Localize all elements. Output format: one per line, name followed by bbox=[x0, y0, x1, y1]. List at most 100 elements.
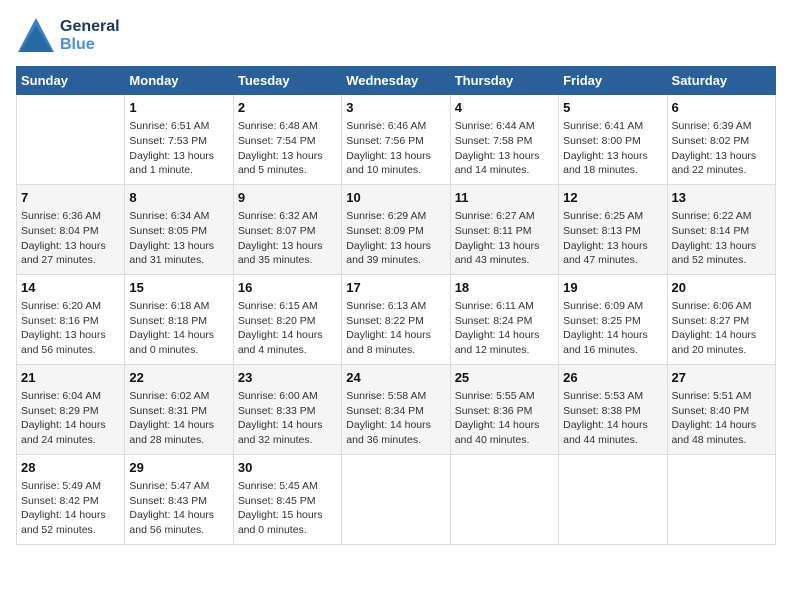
header-cell-tuesday: Tuesday bbox=[233, 67, 341, 95]
cell-content: Sunrise: 6:27 AM Sunset: 8:11 PM Dayligh… bbox=[455, 209, 554, 268]
day-number: 12 bbox=[563, 189, 662, 207]
day-number: 21 bbox=[21, 369, 120, 387]
day-number: 19 bbox=[563, 279, 662, 297]
calendar-cell: 28 Sunrise: 5:49 AM Sunset: 8:42 PM Dayli… bbox=[17, 454, 125, 544]
calendar-cell: 1 Sunrise: 6:51 AM Sunset: 7:53 PM Daylig… bbox=[125, 95, 233, 185]
calendar-cell bbox=[342, 454, 450, 544]
cell-content: Sunrise: 6:00 AM Sunset: 8:33 PM Dayligh… bbox=[238, 389, 337, 448]
day-number: 1 bbox=[129, 99, 228, 117]
logo-text-block: General Blue bbox=[60, 18, 120, 53]
day-number: 25 bbox=[455, 369, 554, 387]
calendar-cell: 14 Sunrise: 6:20 AM Sunset: 8:16 PM Dayli… bbox=[17, 274, 125, 364]
cell-content: Sunrise: 5:51 AM Sunset: 8:40 PM Dayligh… bbox=[672, 389, 771, 448]
day-number: 9 bbox=[238, 189, 337, 207]
calendar-cell: 16 Sunrise: 6:15 AM Sunset: 8:20 PM Dayli… bbox=[233, 274, 341, 364]
day-number: 29 bbox=[129, 459, 228, 477]
cell-content: Sunrise: 6:36 AM Sunset: 8:04 PM Dayligh… bbox=[21, 209, 120, 268]
cell-content: Sunrise: 6:44 AM Sunset: 7:58 PM Dayligh… bbox=[455, 119, 554, 178]
calendar-cell: 24 Sunrise: 5:58 AM Sunset: 8:34 PM Dayli… bbox=[342, 364, 450, 454]
calendar-cell: 10 Sunrise: 6:29 AM Sunset: 8:09 PM Dayli… bbox=[342, 184, 450, 274]
calendar-cell: 3Sunrise: 6:46 AM Sunset: 7:56 PM Daylig… bbox=[342, 95, 450, 185]
calendar-table: SundayMondayTuesdayWednesdayThursdayFrid… bbox=[16, 66, 776, 545]
logo-blue: Blue bbox=[60, 36, 120, 54]
cell-content: Sunrise: 5:49 AM Sunset: 8:42 PM Dayligh… bbox=[21, 479, 120, 538]
header-cell-wednesday: Wednesday bbox=[342, 67, 450, 95]
day-number: 28 bbox=[21, 459, 120, 477]
header-cell-friday: Friday bbox=[559, 67, 667, 95]
calendar-cell bbox=[17, 95, 125, 185]
cell-content: Sunrise: 6:22 AM Sunset: 8:14 PM Dayligh… bbox=[672, 209, 771, 268]
calendar-cell: 8 Sunrise: 6:34 AM Sunset: 8:05 PM Daylig… bbox=[125, 184, 233, 274]
day-number: 22 bbox=[129, 369, 228, 387]
day-number: 20 bbox=[672, 279, 771, 297]
day-number: 27 bbox=[672, 369, 771, 387]
calendar-cell: 5Sunrise: 6:41 AM Sunset: 8:00 PM Daylig… bbox=[559, 95, 667, 185]
header-cell-thursday: Thursday bbox=[450, 67, 558, 95]
page-header: General Blue bbox=[16, 16, 776, 56]
day-number: 14 bbox=[21, 279, 120, 297]
calendar-cell: 19 Sunrise: 6:09 AM Sunset: 8:25 PM Dayli… bbox=[559, 274, 667, 364]
day-number: 18 bbox=[455, 279, 554, 297]
calendar-cell: 30Sunrise: 5:45 AM Sunset: 8:45 PM Dayli… bbox=[233, 454, 341, 544]
cell-content: Sunrise: 6:13 AM Sunset: 8:22 PM Dayligh… bbox=[346, 299, 445, 358]
calendar-week-row: 14 Sunrise: 6:20 AM Sunset: 8:16 PM Dayli… bbox=[17, 274, 776, 364]
day-number: 6 bbox=[672, 99, 771, 117]
cell-content: Sunrise: 6:11 AM Sunset: 8:24 PM Dayligh… bbox=[455, 299, 554, 358]
calendar-cell: 9 Sunrise: 6:32 AM Sunset: 8:07 PM Daylig… bbox=[233, 184, 341, 274]
calendar-cell: 7 Sunrise: 6:36 AM Sunset: 8:04 PM Daylig… bbox=[17, 184, 125, 274]
calendar-cell: 2 Sunrise: 6:48 AM Sunset: 7:54 PM Daylig… bbox=[233, 95, 341, 185]
calendar-week-row: 1 Sunrise: 6:51 AM Sunset: 7:53 PM Daylig… bbox=[17, 95, 776, 185]
day-number: 24 bbox=[346, 369, 445, 387]
cell-content: Sunrise: 6:02 AM Sunset: 8:31 PM Dayligh… bbox=[129, 389, 228, 448]
day-number: 7 bbox=[21, 189, 120, 207]
day-number: 16 bbox=[238, 279, 337, 297]
cell-content: Sunrise: 6:18 AM Sunset: 8:18 PM Dayligh… bbox=[129, 299, 228, 358]
cell-content: Sunrise: 6:32 AM Sunset: 8:07 PM Dayligh… bbox=[238, 209, 337, 268]
calendar-cell: 4 Sunrise: 6:44 AM Sunset: 7:58 PM Daylig… bbox=[450, 95, 558, 185]
cell-content: Sunrise: 6:15 AM Sunset: 8:20 PM Dayligh… bbox=[238, 299, 337, 358]
cell-content: Sunrise: 6:41 AM Sunset: 8:00 PM Dayligh… bbox=[563, 119, 662, 178]
calendar-cell bbox=[667, 454, 775, 544]
cell-content: Sunrise: 6:09 AM Sunset: 8:25 PM Dayligh… bbox=[563, 299, 662, 358]
day-number: 15 bbox=[129, 279, 228, 297]
day-number: 26 bbox=[563, 369, 662, 387]
cell-content: Sunrise: 6:06 AM Sunset: 8:27 PM Dayligh… bbox=[672, 299, 771, 358]
calendar-cell: 27 Sunrise: 5:51 AM Sunset: 8:40 PM Dayli… bbox=[667, 364, 775, 454]
logo-container: General Blue bbox=[16, 16, 120, 56]
day-number: 13 bbox=[672, 189, 771, 207]
day-number: 30 bbox=[238, 459, 337, 477]
day-number: 23 bbox=[238, 369, 337, 387]
cell-content: Sunrise: 5:58 AM Sunset: 8:34 PM Dayligh… bbox=[346, 389, 445, 448]
calendar-week-row: 7 Sunrise: 6:36 AM Sunset: 8:04 PM Daylig… bbox=[17, 184, 776, 274]
calendar-cell bbox=[559, 454, 667, 544]
calendar-cell bbox=[450, 454, 558, 544]
calendar-cell: 6Sunrise: 6:39 AM Sunset: 8:02 PM Daylig… bbox=[667, 95, 775, 185]
calendar-cell: 18 Sunrise: 6:11 AM Sunset: 8:24 PM Dayli… bbox=[450, 274, 558, 364]
day-number: 10 bbox=[346, 189, 445, 207]
cell-content: Sunrise: 6:25 AM Sunset: 8:13 PM Dayligh… bbox=[563, 209, 662, 268]
logo-icon bbox=[16, 16, 56, 56]
calendar-cell: 12 Sunrise: 6:25 AM Sunset: 8:13 PM Dayli… bbox=[559, 184, 667, 274]
cell-content: Sunrise: 5:47 AM Sunset: 8:43 PM Dayligh… bbox=[129, 479, 228, 538]
day-number: 8 bbox=[129, 189, 228, 207]
calendar-cell: 22 Sunrise: 6:02 AM Sunset: 8:31 PM Dayli… bbox=[125, 364, 233, 454]
calendar-cell: 20 Sunrise: 6:06 AM Sunset: 8:27 PM Dayli… bbox=[667, 274, 775, 364]
calendar-cell: 25Sunrise: 5:55 AM Sunset: 8:36 PM Dayli… bbox=[450, 364, 558, 454]
day-number: 2 bbox=[238, 99, 337, 117]
cell-content: Sunrise: 5:53 AM Sunset: 8:38 PM Dayligh… bbox=[563, 389, 662, 448]
header-cell-sunday: Sunday bbox=[17, 67, 125, 95]
calendar-cell: 29 Sunrise: 5:47 AM Sunset: 8:43 PM Dayli… bbox=[125, 454, 233, 544]
day-number: 4 bbox=[455, 99, 554, 117]
cell-content: Sunrise: 6:51 AM Sunset: 7:53 PM Dayligh… bbox=[129, 119, 228, 178]
calendar-cell: 11 Sunrise: 6:27 AM Sunset: 8:11 PM Dayli… bbox=[450, 184, 558, 274]
cell-content: Sunrise: 6:48 AM Sunset: 7:54 PM Dayligh… bbox=[238, 119, 337, 178]
calendar-cell: 17Sunrise: 6:13 AM Sunset: 8:22 PM Dayli… bbox=[342, 274, 450, 364]
day-number: 11 bbox=[455, 189, 554, 207]
calendar-cell: 13 Sunrise: 6:22 AM Sunset: 8:14 PM Dayli… bbox=[667, 184, 775, 274]
cell-content: Sunrise: 6:20 AM Sunset: 8:16 PM Dayligh… bbox=[21, 299, 120, 358]
day-number: 3 bbox=[346, 99, 445, 117]
logo-general: General bbox=[60, 18, 120, 36]
calendar-header-row: SundayMondayTuesdayWednesdayThursdayFrid… bbox=[17, 67, 776, 95]
cell-content: Sunrise: 6:34 AM Sunset: 8:05 PM Dayligh… bbox=[129, 209, 228, 268]
cell-content: Sunrise: 6:29 AM Sunset: 8:09 PM Dayligh… bbox=[346, 209, 445, 268]
